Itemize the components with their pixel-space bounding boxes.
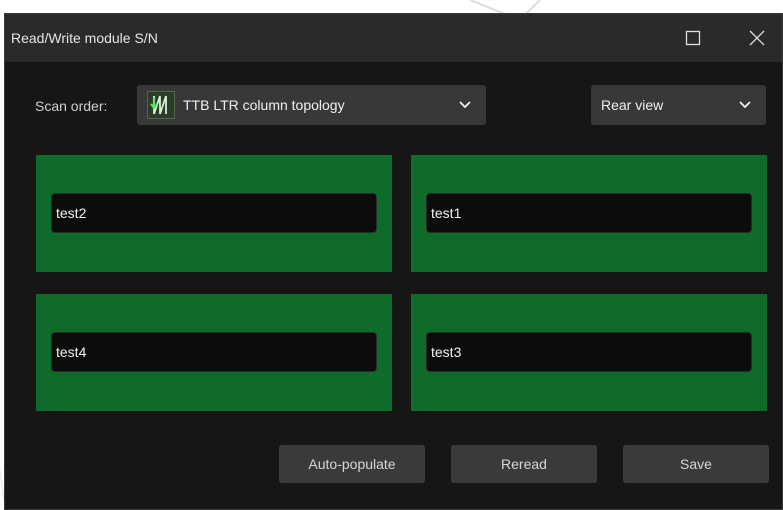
close-icon [749,30,765,46]
scan-order-value: TTB LTR column topology [183,97,345,113]
dialog-window: Read/Write module S/N Scan order: TTB LT… [4,13,783,510]
module-tile [36,155,392,272]
serial-number-input[interactable] [426,332,752,372]
chevron-down-icon [459,101,471,109]
serial-number-input[interactable] [51,332,377,372]
reread-button[interactable]: Reread [451,445,597,483]
auto-populate-button[interactable]: Auto-populate [279,445,425,483]
maximize-icon [685,30,701,46]
serial-number-input[interactable] [51,193,377,233]
save-button[interactable]: Save [623,445,769,483]
serial-number-input[interactable] [426,193,752,233]
column-topology-icon [147,91,175,119]
chevron-down-icon [739,101,751,109]
window-title: Read/Write module S/N [11,30,158,46]
module-tile [411,155,767,272]
module-tile [411,294,767,411]
close-button[interactable] [743,24,771,52]
view-dropdown[interactable]: Rear view [591,85,766,125]
scan-order-label: Scan order: [35,98,108,114]
scan-order-dropdown[interactable]: TTB LTR column topology [137,85,486,125]
view-value: Rear view [601,97,664,113]
maximize-button[interactable] [679,24,707,52]
module-tile [36,294,392,411]
title-bar: Read/Write module S/N [5,14,782,62]
